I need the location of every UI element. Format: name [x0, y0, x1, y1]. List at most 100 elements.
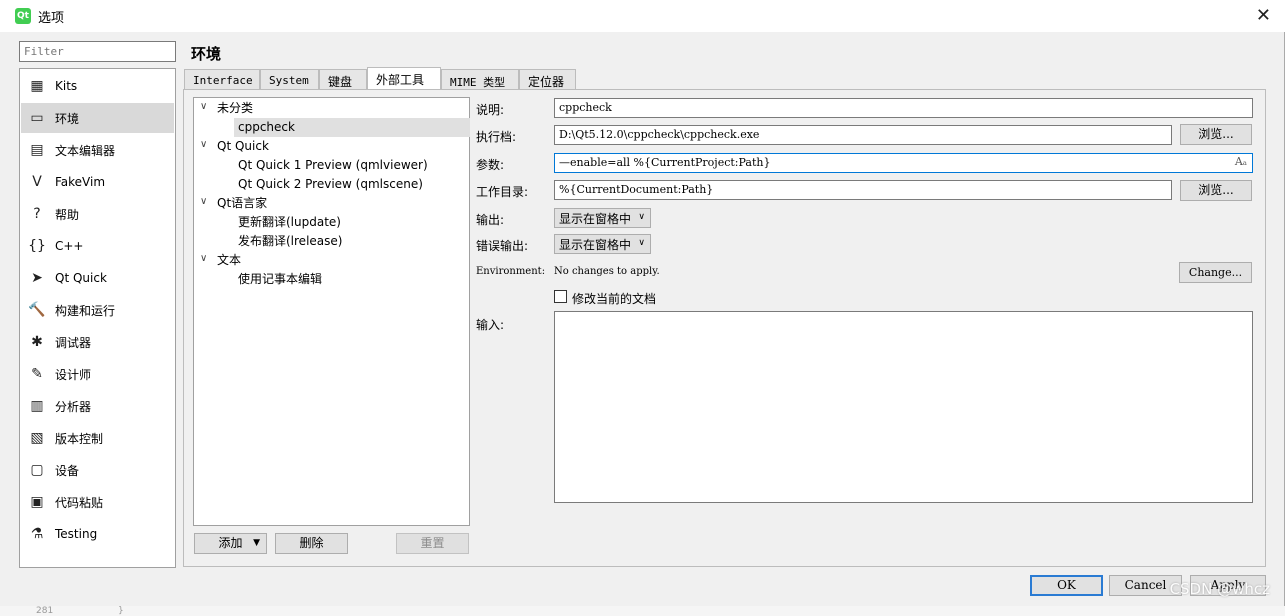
chevron-down-icon: ∨: [638, 212, 645, 222]
tree-item-qmlviewer[interactable]: Qt Quick 1 Preview (qmlviewer): [238, 156, 428, 175]
sidebar-item-label: 环境: [55, 111, 80, 126]
sidebar-item-label: 设计师: [55, 367, 92, 382]
environment-label: Environment:: [476, 266, 546, 277]
sidebar-item-label: 代码粘贴: [55, 495, 104, 510]
tab-system[interactable]: System: [260, 69, 319, 89]
tab-mime-types[interactable]: MIME 类型: [441, 69, 519, 89]
help-icon: ?: [33, 206, 41, 222]
fakevim-icon: V: [32, 174, 42, 190]
watermark: CSDN @whcz: [1169, 580, 1270, 598]
line-number: 281: [36, 606, 54, 616]
external-tools-tree[interactable]: ∨ 未分类 cppcheck ∨ Qt Quick Qt Quick 1 Pre…: [193, 97, 470, 526]
sidebar-item-label: 分析器: [55, 399, 92, 414]
tab-locator[interactable]: 定位器: [519, 69, 576, 89]
sidebar-item-12[interactable]: ▢ 设备: [21, 455, 174, 485]
editor-behind-strip: 281 }: [0, 606, 1285, 616]
modify-document-checkbox[interactable]: [554, 290, 567, 303]
dropdown-arrow-icon[interactable]: ▼: [253, 534, 260, 553]
tree-item-lrelease[interactable]: 发布翻译(lrelease): [238, 232, 342, 251]
input-textarea[interactable]: [554, 311, 1253, 503]
sidebar-item-9[interactable]: ✎ 设计师: [21, 359, 174, 389]
tab-keyboard[interactable]: 键盘: [319, 69, 367, 89]
executable-field[interactable]: D:\Qt5.12.0\cppcheck\cppcheck.exe: [554, 125, 1172, 145]
sidebar-item-10[interactable]: ▥ 分析器: [21, 391, 174, 421]
window-title: 选项: [38, 11, 65, 26]
sidebar-item-3[interactable]: V FakeVim: [21, 167, 174, 197]
tree-group-qt-quick[interactable]: Qt Quick: [217, 137, 269, 156]
change-environment-button[interactable]: Change...: [1179, 262, 1252, 283]
sidebar-item-14[interactable]: ⚗ Testing: [21, 519, 174, 549]
output-label: 输出:: [476, 213, 505, 227]
text-editor-icon: ▤: [30, 142, 44, 158]
sidebar-item-13[interactable]: ▣ 代码粘贴: [21, 487, 174, 517]
browse-executable-button[interactable]: 浏览...: [1180, 124, 1252, 145]
tree-item-lupdate[interactable]: 更新翻译(lupdate): [238, 213, 341, 232]
tree-group-uncategorized[interactable]: 未分类: [217, 99, 253, 118]
ok-button[interactable]: OK: [1030, 575, 1103, 596]
close-icon[interactable]: ✕: [1256, 5, 1271, 26]
chevron-down-icon[interactable]: ∨: [200, 101, 207, 112]
sidebar-item-2[interactable]: ▤ 文本编辑器: [21, 135, 174, 165]
add-button[interactable]: 添加 ▼: [194, 533, 267, 554]
hammer-icon: 🔨: [28, 302, 46, 318]
executable-label: 执行档:: [476, 130, 517, 144]
analyzer-icon: ▥: [30, 398, 44, 414]
sidebar-item-label: C++: [55, 239, 84, 253]
sidebar-item-4[interactable]: ? 帮助: [21, 199, 174, 229]
device-icon: ▢: [30, 462, 44, 478]
chevron-down-icon: ∨: [638, 238, 645, 248]
tree-item-notepad[interactable]: 使用记事本编辑: [238, 270, 322, 289]
sidebar-item-8[interactable]: ✱ 调试器: [21, 327, 174, 357]
output-select[interactable]: 显示在窗格中 ∨: [554, 208, 651, 228]
working-dir-label: 工作目录:: [476, 185, 529, 199]
variable-chooser-icon[interactable]: Aₐ: [1235, 155, 1247, 168]
error-output-select[interactable]: 显示在窗格中 ∨: [554, 234, 651, 254]
page-title: 环境: [191, 45, 222, 63]
sidebar-item-label: 文本编辑器: [55, 143, 116, 158]
working-dir-field[interactable]: %{CurrentDocument:Path}: [554, 180, 1172, 200]
tree-item-cppcheck[interactable]: cppcheck: [234, 118, 470, 137]
delete-button[interactable]: 删除: [275, 533, 348, 554]
pencil-icon: ✎: [31, 366, 43, 382]
clipboard-icon: ▣: [30, 494, 44, 510]
description-field[interactable]: cppcheck: [554, 98, 1253, 118]
browse-working-dir-button[interactable]: 浏览...: [1180, 180, 1252, 201]
sidebar-item-0[interactable]: ▦ Kits: [21, 71, 174, 101]
modify-document-label[interactable]: 修改当前的文档: [572, 290, 656, 307]
category-sidebar: ▦ Kits ▭ 环境 ▤ 文本编辑器 V FakeVim? 帮助 {} C++ ➤ Qt Quick 🔨…: [19, 68, 176, 568]
chevron-down-icon[interactable]: ∨: [200, 139, 207, 150]
reset-button[interactable]: 重置: [396, 533, 469, 554]
tree-group-linguist[interactable]: Qt语言家: [217, 194, 267, 213]
description-label: 说明:: [476, 103, 505, 117]
tree-group-text[interactable]: 文本: [217, 251, 241, 270]
testing-icon: ⚗: [30, 526, 44, 542]
error-output-label: 错误输出:: [476, 239, 529, 253]
sidebar-item-7[interactable]: 🔨 构建和运行: [21, 295, 174, 325]
sidebar-item-11[interactable]: ▧ 版本控制: [21, 423, 174, 453]
tab-external-tools[interactable]: 外部工具: [367, 67, 441, 90]
input-label: 输入:: [476, 318, 505, 332]
tree-item-qmlscene[interactable]: Qt Quick 2 Preview (qmlscene): [238, 175, 423, 194]
add-button-label: 添加: [218, 536, 243, 550]
sidebar-item-label: Kits: [55, 79, 78, 93]
filter-input[interactable]: [19, 41, 176, 62]
qt-app-icon: Qt: [15, 8, 31, 24]
sidebar-item-6[interactable]: ➤ Qt Quick: [21, 263, 174, 293]
code-brace: }: [118, 606, 124, 616]
chevron-down-icon[interactable]: ∨: [200, 196, 207, 207]
sidebar-item-1[interactable]: ▭ 环境: [21, 103, 174, 133]
bug-icon: ✱: [31, 334, 43, 350]
options-dialog: Qt 选项 ✕ ▦ Kits ▭ 环境 ▤ 文本编辑器 V FakeVim ? 帮助 {} C++ ➤ Q…: [0, 0, 1285, 606]
output-select-value: 显示在窗格中: [559, 212, 632, 226]
sidebar-item-label: FakeVim: [55, 175, 106, 189]
tab-interface[interactable]: Interface: [184, 69, 260, 89]
title-bar: Qt 选项 ✕: [0, 0, 1285, 32]
arguments-value: —enable=all %{CurrentProject:Path}: [559, 156, 771, 169]
environment-value: No changes to apply.: [554, 266, 660, 277]
chevron-down-icon[interactable]: ∨: [200, 253, 207, 264]
sidebar-item-5[interactable]: {} C++: [21, 231, 174, 261]
arguments-field[interactable]: —enable=all %{CurrentProject:Path} Aₐ: [554, 153, 1253, 173]
error-output-select-value: 显示在窗格中: [559, 238, 632, 252]
monitor-icon: ▭: [30, 110, 44, 126]
sidebar-item-label: 调试器: [55, 335, 92, 350]
